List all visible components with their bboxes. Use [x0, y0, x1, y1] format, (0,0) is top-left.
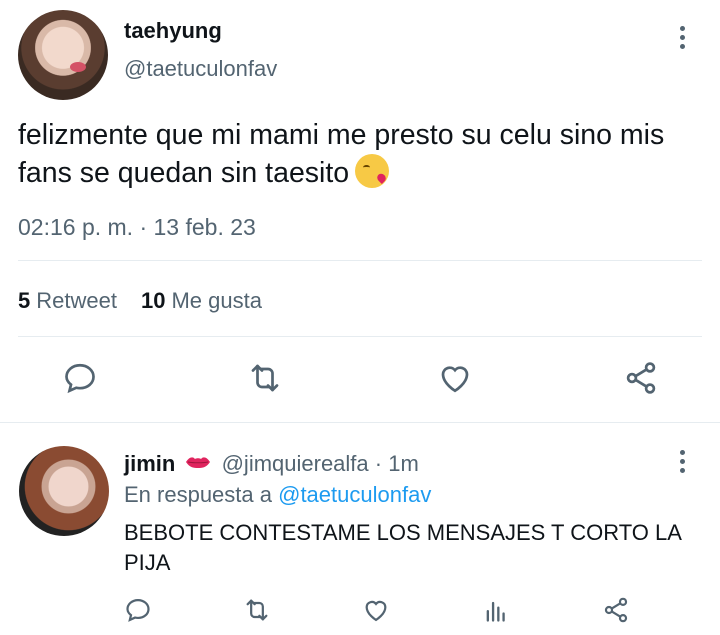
retweet-icon[interactable] — [247, 360, 283, 396]
reply-time[interactable]: 1m — [388, 451, 419, 476]
retweet-icon[interactable] — [243, 596, 271, 624]
share-icon[interactable] — [602, 596, 630, 624]
reply-author-name[interactable]: jimin — [124, 451, 175, 476]
tweet-action-bar — [0, 360, 720, 400]
reply-more-options-icon[interactable] — [672, 450, 692, 476]
lips-icon — [186, 457, 211, 468]
reply-text: BEBOTE CONTESTAME LOS MENSAJES T CORTO L… — [124, 520, 681, 575]
tweet-stats: 5 Retweet 10 Me gusta — [18, 288, 262, 314]
tweet-timestamp[interactable]: 02:16 p. m. · 13 feb. 23 — [18, 214, 256, 241]
reply-icon[interactable] — [124, 596, 152, 624]
retweets-count: 5 — [18, 288, 31, 313]
kissing-face-emoji-icon — [355, 154, 390, 188]
retweets-stat[interactable]: 5 Retweet — [18, 288, 117, 314]
likes-label: Me gusta — [171, 288, 262, 313]
more-options-icon[interactable] — [672, 26, 692, 52]
divider — [0, 422, 720, 423]
reply-separator: · — [374, 451, 383, 476]
reply-author-avatar[interactable] — [19, 446, 109, 536]
reply-context: En respuesta a @taetuculonfav — [124, 482, 431, 508]
analytics-icon[interactable] — [482, 596, 510, 624]
author-name[interactable]: taehyung — [124, 18, 222, 44]
reply-icon[interactable] — [62, 360, 98, 396]
divider — [18, 336, 702, 337]
divider — [18, 260, 702, 261]
like-icon[interactable] — [362, 596, 390, 624]
likes-count: 10 — [140, 288, 166, 313]
author-handle[interactable]: @taetuculonfav — [124, 56, 277, 82]
author-avatar[interactable] — [18, 10, 108, 100]
retweets-label: Retweet — [36, 288, 117, 313]
tweet-text-content: felizmente que mi mami me presto su celu… — [18, 119, 665, 189]
tweet-text: felizmente que mi mami me presto su celu… — [18, 116, 708, 192]
reply-context-prefix: En respuesta a — [124, 482, 272, 507]
share-icon[interactable] — [623, 360, 659, 396]
reply-context-mention[interactable]: @taetuculonfav — [278, 482, 431, 507]
likes-stat[interactable]: 10 Me gusta — [141, 288, 262, 314]
reply-author-handle[interactable]: @jimquierealfa — [222, 451, 369, 476]
reply-header: jimin @jimquierealfa · 1m — [124, 451, 419, 477]
like-icon[interactable] — [437, 360, 473, 396]
reply-action-bar — [0, 596, 720, 626]
